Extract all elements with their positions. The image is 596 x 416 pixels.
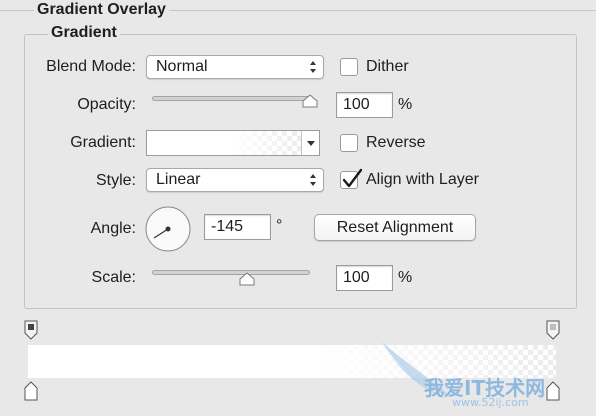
scale-input[interactable]: 100 [336,265,393,291]
reverse-label: Reverse [366,134,426,151]
opacity-label: Opacity: [77,96,136,113]
opacity-stop-right[interactable] [546,320,560,340]
angle-dial[interactable] [144,205,192,253]
updown-arrows-icon [310,174,316,186]
blend-mode-value: Normal [156,58,208,75]
style-select[interactable]: Linear [146,168,324,192]
reset-alignment-button[interactable]: Reset Alignment [314,214,476,241]
scale-value: 100 [343,269,370,286]
scale-unit: % [398,269,413,286]
gradient-preview-swatch[interactable] [146,130,302,156]
chevron-down-icon [307,141,315,146]
opacity-input[interactable]: 100 [336,92,393,118]
align-with-layer-label: Align with Layer [366,171,479,188]
dither-checkbox[interactable] [340,58,358,76]
opacity-unit: % [398,96,413,113]
angle-label: Angle: [90,220,136,237]
style-label: Style: [95,172,136,189]
opacity-slider-thumb[interactable] [302,94,318,108]
color-stop-left[interactable] [24,381,38,401]
dither-label: Dither [366,58,409,75]
watermark-url: www.52ij.com [452,396,529,409]
checkmark-icon [342,168,363,188]
gradient-overlay-panel: Gradient Overlay Gradient Blend Mode: No… [0,0,596,416]
reverse-checkbox[interactable] [340,134,358,152]
opacity-slider-track[interactable] [152,96,310,101]
blend-mode-label: Blend Mode: [46,58,136,75]
opacity-value: 100 [343,96,370,113]
angle-value: -145 [211,218,244,235]
group-title: Gradient [48,23,120,43]
panel-title: Gradient Overlay [34,0,169,20]
scale-label: Scale: [91,269,136,286]
gradient-picker-dropdown[interactable] [301,130,320,156]
align-with-layer-checkbox[interactable] [340,168,363,189]
scale-slider-track[interactable] [152,270,310,275]
gradient-label: Gradient: [70,134,136,151]
opacity-stop-left[interactable] [24,320,38,340]
angle-degree-unit: ° [276,217,283,234]
blend-mode-select[interactable]: Normal [146,55,324,79]
scale-slider-thumb[interactable] [239,272,255,286]
gradient-preview-fill [147,131,301,155]
updown-arrows-icon [310,61,316,73]
style-value: Linear [156,171,201,188]
angle-input[interactable]: -145 [204,214,271,240]
